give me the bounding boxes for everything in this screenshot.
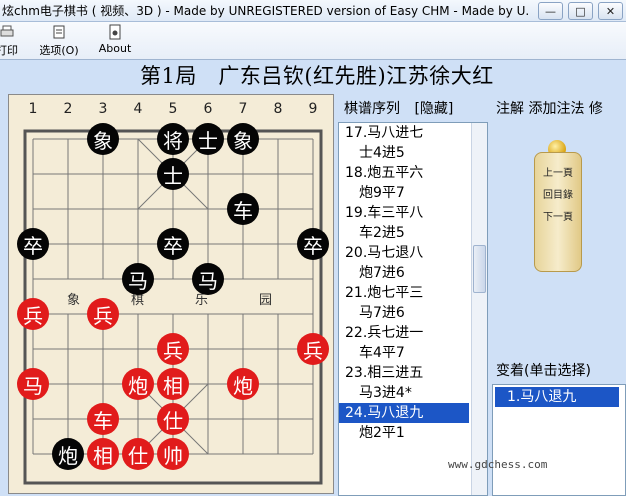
move-list[interactable]: 17.马八进七 士4进5 18.炮五平六 炮9平7 19.车三平八 车2进5 2… (338, 122, 488, 496)
move-item[interactable]: 马7进6 (339, 303, 469, 323)
variations-header: 变着(单击选择) (496, 363, 591, 379)
move-item[interactable]: 17.马八进七 (339, 123, 469, 143)
notes-panel[interactable]: 上一頁 回目錄 下一頁 (492, 122, 626, 358)
printer-icon (0, 25, 14, 37)
chess-piece[interactable]: 相 (157, 368, 189, 400)
options-icon (53, 25, 65, 39)
movelist-header: 棋谱序列 [隐藏] (338, 94, 486, 122)
window-title-bar[interactable]: 炫chm电子棋书 ( 视频、3D ) - Made by UNREGISTERE… (0, 0, 626, 22)
chess-piece[interactable]: 卒 (17, 228, 49, 260)
about-icon (109, 24, 121, 40)
chess-piece[interactable]: 兵 (87, 298, 119, 330)
chess-piece[interactable]: 兵 (157, 333, 189, 365)
next-page-link[interactable]: 下一頁 (535, 207, 581, 229)
move-item[interactable]: 21.炮七平三 (339, 283, 469, 303)
scrollbar-thumb[interactable] (473, 245, 486, 293)
move-item-selected[interactable]: 24.马八退九 (339, 403, 469, 423)
chess-piece[interactable]: 象 (227, 123, 259, 155)
chess-piece[interactable]: 马 (17, 368, 49, 400)
chess-piece[interactable]: 仕 (122, 438, 154, 470)
minimize-button[interactable]: — (538, 2, 563, 20)
maximize-button[interactable]: □ (568, 2, 593, 20)
move-item[interactable]: 炮2平1 (339, 423, 469, 443)
chess-piece[interactable]: 马 (122, 263, 154, 295)
chess-piece[interactable]: 士 (192, 123, 224, 155)
chess-piece[interactable]: 象 (87, 123, 119, 155)
hide-link[interactable]: [隐藏] (414, 101, 453, 117)
chess-piece[interactable]: 兵 (297, 333, 329, 365)
move-item[interactable]: 18.炮五平六 (339, 163, 469, 183)
chess-board[interactable]: 1 2 3 4 5 6 7 8 9 象 棋 乐 园 象 将 士 象 士 车 卒 … (8, 94, 334, 494)
variations-list[interactable]: 1.马八退九 (492, 384, 626, 496)
move-item[interactable]: 车2进5 (339, 223, 469, 243)
river-text: 象 (67, 293, 81, 308)
variation-item[interactable]: 1.马八退九 (495, 387, 619, 407)
notes-header[interactable]: 注解 添加注法 修 (492, 94, 626, 122)
toolbar: 打印 选项(O) About (0, 22, 626, 60)
move-item[interactable]: 23.相三进五 (339, 363, 469, 383)
move-item[interactable]: 19.车三平八 (339, 203, 469, 223)
move-item[interactable]: 22.兵七进一 (339, 323, 469, 343)
chess-piece[interactable]: 炮 (227, 368, 259, 400)
move-item[interactable]: 炮7进6 (339, 263, 469, 283)
move-item[interactable]: 马3进4* (339, 383, 469, 403)
river-text: 园 (259, 293, 273, 308)
move-item[interactable]: 士4进5 (339, 143, 469, 163)
chess-piece[interactable]: 车 (87, 403, 119, 435)
game-title: 第1局 广东吕钦(红先胜)江苏徐大红 (140, 64, 494, 88)
close-button[interactable]: ✕ (598, 2, 623, 20)
chess-piece[interactable]: 炮 (52, 438, 84, 470)
board-grid (23, 129, 323, 485)
chess-piece[interactable]: 炮 (122, 368, 154, 400)
page-nav-scroll[interactable]: 上一頁 回目錄 下一頁 (534, 152, 582, 272)
movelist-title: 棋谱序列 (344, 101, 400, 117)
window-title: 炫chm电子棋书 ( 视频、3D ) - Made by UNREGISTERE… (2, 4, 530, 18)
move-item[interactable]: 车4平7 (339, 343, 469, 363)
footer-url: www.gdchess.com (448, 458, 548, 471)
chess-piece[interactable]: 马 (192, 263, 224, 295)
chess-piece[interactable]: 兵 (17, 298, 49, 330)
options-label: 选项(O) (39, 44, 79, 57)
chess-piece[interactable]: 卒 (157, 228, 189, 260)
chess-piece[interactable]: 将 (157, 123, 189, 155)
prev-page-link[interactable]: 上一頁 (535, 163, 581, 185)
chess-piece[interactable]: 士 (157, 158, 189, 190)
main-area: 第1局 广东吕钦(红先胜)江苏徐大红 1 2 3 4 5 6 7 8 9 象 棋… (0, 60, 626, 496)
about-label: About (98, 42, 132, 55)
move-item[interactable]: 20.马七退八 (339, 243, 469, 263)
chess-piece[interactable]: 卒 (297, 228, 329, 260)
about-button[interactable]: About (98, 24, 132, 55)
contents-link[interactable]: 回目錄 (535, 185, 581, 207)
chess-piece[interactable]: 帅 (157, 438, 189, 470)
chess-piece[interactable]: 车 (227, 193, 259, 225)
chess-piece[interactable]: 仕 (157, 403, 189, 435)
chess-piece[interactable]: 相 (87, 438, 119, 470)
print-label: 打印 (0, 44, 18, 57)
options-button[interactable]: 选项(O) (36, 24, 82, 58)
movelist-scrollbar[interactable] (471, 123, 487, 495)
move-item[interactable]: 炮9平7 (339, 183, 469, 203)
print-button[interactable]: 打印 (0, 24, 22, 58)
